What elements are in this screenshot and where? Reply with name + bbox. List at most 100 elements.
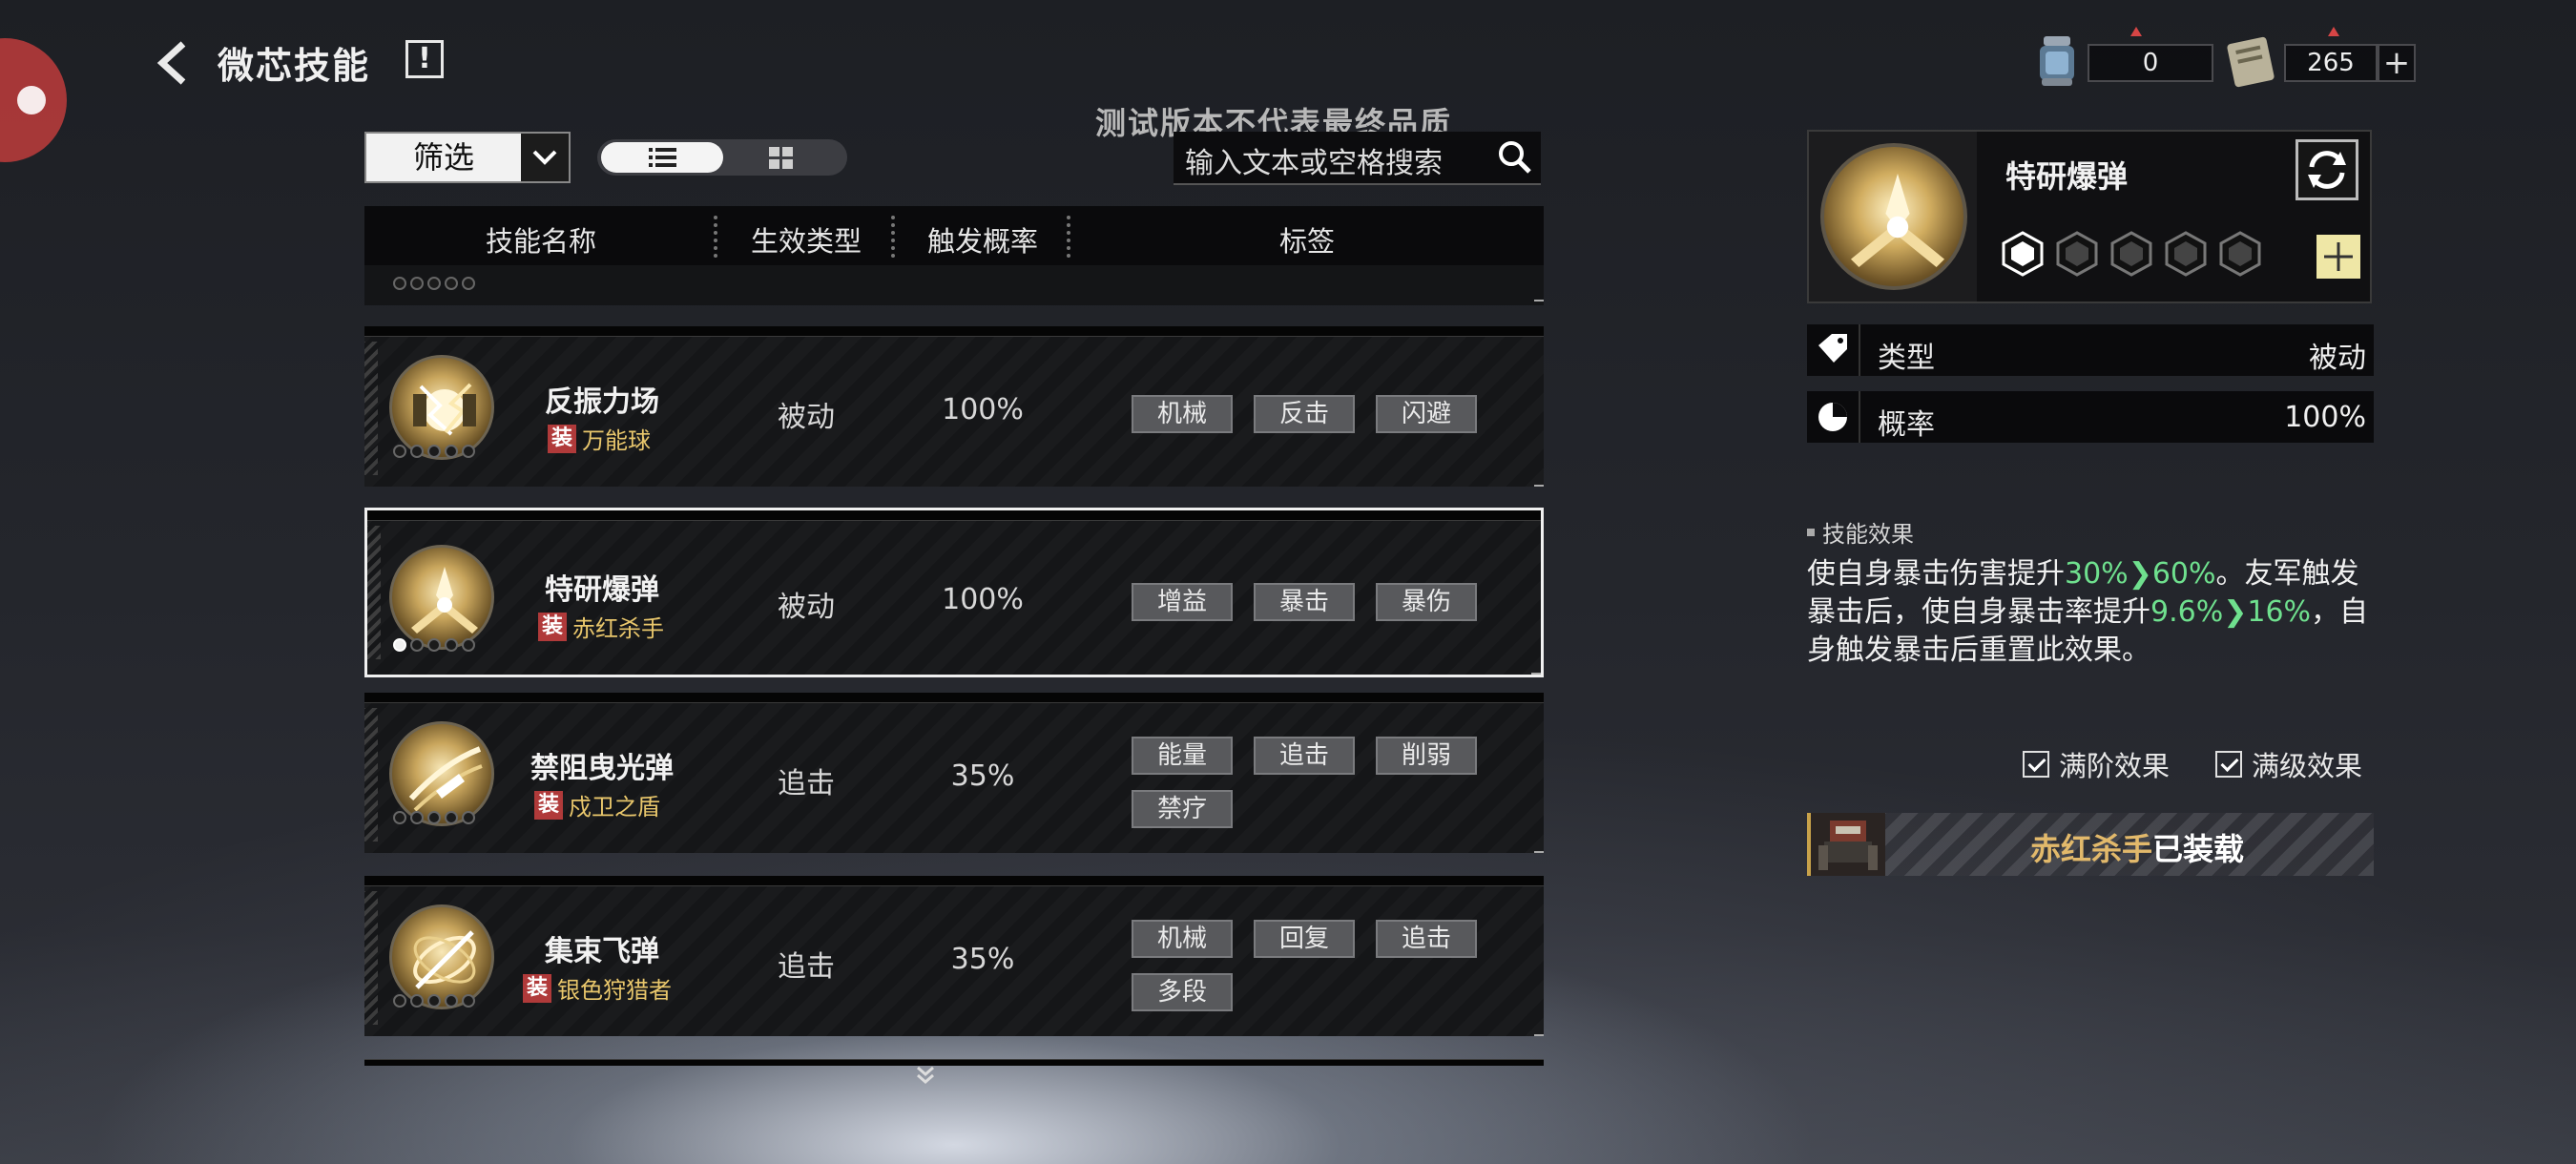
skill-tag: 闪避: [1376, 395, 1477, 433]
effect-type: 追击: [778, 950, 835, 984]
rank-up-button[interactable]: [2316, 235, 2360, 279]
skill-tag: 机械: [1132, 395, 1233, 433]
probability-pie-icon: [1807, 391, 1860, 443]
checkbox-checked-icon: [2023, 751, 2049, 778]
skill-name: 禁阻曳光弹: [530, 752, 674, 785]
stat-row-type: 类型 被动: [1807, 324, 2374, 376]
bullet-square-icon: [1807, 528, 1815, 536]
info-button[interactable]: !: [405, 40, 444, 78]
skill-icon-frame: [1809, 132, 1977, 301]
skill-detail-card: 特研爆弹: [1807, 130, 2372, 303]
filter-label: 筛选: [412, 139, 474, 176]
tag-icon: [1807, 324, 1860, 376]
equipped-by: 装 银色狩猎者: [523, 971, 672, 1005]
equip-badge: 装: [534, 790, 563, 820]
trigger-rate: 100%: [942, 393, 1024, 426]
energy-canister-icon: [2040, 36, 2074, 86]
row-corner-mark: [1534, 485, 1544, 487]
skill-tag: 追击: [1254, 737, 1355, 775]
back-button[interactable]: [153, 38, 191, 88]
stat-label: 类型: [1878, 342, 1935, 375]
table-row-partial[interactable]: [364, 265, 1544, 305]
plus-cross-icon: [2324, 242, 2353, 271]
stat-label: 概率: [1878, 408, 1935, 442]
skill-name: 反振力场: [545, 385, 659, 419]
detail-skill-name: 特研爆弹: [2005, 158, 2129, 195]
list-bottom-bar: [364, 1059, 1544, 1066]
col-header-type[interactable]: 生效类型: [717, 219, 895, 260]
skill-tag: 增益: [1132, 583, 1233, 621]
skill-tag: 削弱: [1376, 737, 1477, 775]
stat-value: 100%: [2284, 401, 2366, 434]
max-level-checkbox[interactable]: 满级效果: [2215, 744, 2362, 784]
rank-pips: [393, 277, 475, 290]
skill-tag: 机械: [1132, 920, 1233, 958]
filter-dropdown[interactable]: 筛选: [364, 132, 571, 183]
list-icon: [649, 148, 676, 167]
col-header-rate[interactable]: 触发概率: [895, 219, 1070, 260]
scroll-down-icon[interactable]: [915, 1065, 936, 1086]
effect-description: 使自身暴击伤害提升30%❯60%。友军触发暴击后，使自身暴击率提升9.6%❯16…: [1807, 555, 2379, 670]
chevron-down-icon: [521, 134, 569, 181]
upgrade-arrow-icon: ❯: [2128, 557, 2152, 591]
effect-type: 被动: [778, 591, 835, 624]
col-header-name[interactable]: 技能名称: [364, 219, 717, 260]
equipped-unit-name: 万能球: [582, 427, 651, 454]
trigger-rate: 35%: [950, 759, 1015, 793]
equipped-suffix: 已装载: [2152, 831, 2245, 867]
skill-name: 集束飞弹: [545, 935, 659, 968]
currency-alert-marker: [2130, 27, 2142, 36]
add-currency-button[interactable]: +: [2378, 44, 2416, 82]
search-field[interactable]: 输入文本或空格搜索: [1174, 132, 1541, 185]
currency-alert-marker: [2328, 27, 2339, 36]
assistant-icon: [17, 86, 46, 114]
currency-amount-1: 0: [2088, 44, 2213, 82]
table-row[interactable]: 集束飞弹 装 银色狩猎者 追击 35% 机械 回复 追击 多段: [364, 876, 1544, 1036]
table-row[interactable]: 反振力场 装 万能球 被动 100% 机械 反击 闪避: [364, 326, 1544, 487]
max-rank-checkbox[interactable]: 满阶效果: [2023, 744, 2170, 784]
rank-hex-icon: [2110, 231, 2152, 277]
skill-tag: 暴伤: [1376, 583, 1477, 621]
rank-hex-icon: [2165, 231, 2207, 277]
skill-tag: 多段: [1132, 973, 1233, 1011]
effect-value-max: 60%: [2151, 557, 2216, 591]
effect-type: 追击: [778, 767, 835, 800]
row-top-bar: [364, 693, 1544, 703]
trigger-rate: 35%: [950, 943, 1015, 976]
table-row-selected[interactable]: 特研爆弹 装 赤红杀手 被动 100% 增益 暴击 暴伤: [364, 508, 1544, 677]
col-header-tags: 标签: [1278, 225, 1335, 258]
row-corner-mark: [1534, 300, 1544, 301]
equip-badge: 装: [538, 612, 567, 641]
grid-view-icon[interactable]: [769, 147, 794, 170]
mech-portrait: [1811, 813, 1885, 876]
checkbox-label: 满阶效果: [2059, 750, 2171, 782]
effect-value-current: 30%: [2065, 557, 2129, 591]
refresh-icon: [2308, 151, 2346, 189]
floating-assistant-bubble[interactable]: [0, 38, 67, 162]
row-corner-mark: [1534, 1034, 1544, 1036]
refresh-button[interactable]: [2296, 139, 2358, 200]
effect-header-label: 技能效果: [1822, 521, 1914, 548]
equipped-unit-name: 银色狩猎者: [557, 977, 672, 1004]
row-top-bar: [364, 876, 1544, 886]
table-header: 技能名称 生效类型 触发概率 标签: [364, 206, 1544, 265]
search-placeholder: 输入文本或空格搜索: [1185, 147, 1443, 180]
equipped-unit-banner[interactable]: 赤红杀手已装载: [1807, 813, 2374, 876]
checkbox-label: 满级效果: [2252, 750, 2363, 782]
equipped-status-text: 赤红杀手已装载: [2030, 825, 2244, 869]
rank-pips: [393, 638, 475, 652]
row-top-bar: [367, 510, 1541, 521]
row-top-bar: [364, 326, 1544, 337]
skill-tag: 回复: [1254, 920, 1355, 958]
skill-tag: 能量: [1132, 737, 1233, 775]
effect-text-part: 使自身暴击伤害提升: [1807, 557, 2065, 591]
table-row[interactable]: 禁阻曳光弹 装 戍卫之盾 追击 35% 能量 追击 削弱 禁疗: [364, 693, 1544, 853]
list-view-option[interactable]: [601, 142, 723, 173]
row-hazard-stripe: [364, 342, 378, 475]
row-corner-mark: [1534, 851, 1544, 853]
rank-pips: [393, 445, 475, 458]
search-icon[interactable]: [1497, 139, 1533, 176]
row-corner-mark: [1531, 673, 1541, 675]
upgrade-arrow-icon: ❯: [2223, 595, 2248, 629]
view-mode-toggle[interactable]: [597, 139, 847, 176]
